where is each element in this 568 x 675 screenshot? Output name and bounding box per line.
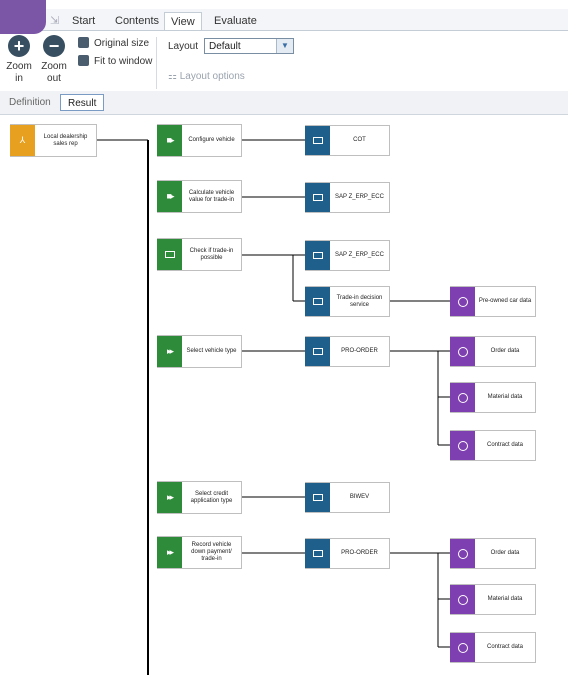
- data-object-icon: [450, 287, 475, 316]
- function-node[interactable]: ■▸ Configure vehicle: [157, 124, 242, 157]
- zoom-in-icon: +: [8, 35, 30, 57]
- window-icon: [305, 183, 330, 212]
- data-object-icon: [450, 633, 475, 662]
- fast-forward-icon: ▸▸: [157, 537, 182, 568]
- screen-download-icon: [157, 239, 182, 270]
- data-node[interactable]: Material data: [450, 382, 536, 413]
- fast-forward-icon: ▸▸: [157, 336, 182, 367]
- data-object-icon: [450, 383, 475, 412]
- data-object-icon: [450, 431, 475, 460]
- function-icon: ■▸: [157, 125, 182, 156]
- layout-label: Layout: [168, 41, 199, 52]
- function-node[interactable]: ▸▸ Select credit application type: [157, 481, 242, 514]
- data-object-icon: [450, 539, 475, 568]
- data-node[interactable]: Order data: [450, 538, 536, 569]
- ribbon-divider: [156, 37, 157, 89]
- tab-result[interactable]: Result: [60, 94, 105, 111]
- function-node[interactable]: ▸▸ Select vehicle type: [157, 335, 242, 368]
- chevron-down-icon[interactable]: ▼: [276, 39, 293, 53]
- system-node[interactable]: Trade-in decision service: [305, 286, 390, 317]
- system-node[interactable]: PRO-ORDER: [305, 336, 390, 367]
- tab-evaluate[interactable]: Evaluate: [208, 12, 263, 30]
- window-icon: [305, 337, 330, 366]
- window-icon: [305, 539, 330, 568]
- ribbon-body: + Zoom in − Zoom out Original size Fit t…: [0, 30, 568, 92]
- zoom-out-button[interactable]: − Zoom out: [36, 35, 72, 85]
- window-icon: [305, 126, 330, 155]
- service-icon: [305, 287, 330, 316]
- window-icon: [305, 483, 330, 512]
- person-icon: ⅄: [10, 125, 35, 156]
- function-icon: ■▸: [157, 181, 182, 212]
- tab-contents[interactable]: Contents: [109, 12, 165, 30]
- tab-start[interactable]: Start: [66, 12, 101, 30]
- window-icon: [305, 241, 330, 270]
- ribbon-tab-bar: ⇲ Start Contents View Evaluate: [0, 0, 568, 32]
- data-node[interactable]: Pre-owned car data: [450, 286, 536, 317]
- fast-forward-icon: ▸▸: [157, 482, 182, 513]
- app-logo: [0, 0, 46, 34]
- system-node[interactable]: SAP Z_ERP_ECC: [305, 240, 390, 271]
- function-node[interactable]: ■▸ Calculate vehicle value for trade-in: [157, 180, 242, 213]
- zoom-in-button[interactable]: + Zoom in: [1, 35, 37, 85]
- fit-to-window-icon: [78, 55, 89, 66]
- quick-access-icon[interactable]: ⇲: [50, 14, 59, 27]
- role-node[interactable]: ⅄ Local dealership sales rep: [10, 124, 97, 157]
- zoom-out-icon: −: [43, 35, 65, 57]
- function-node[interactable]: ▸▸ Record vehicle down payment/ trade-in: [157, 536, 242, 569]
- data-node[interactable]: Contract data: [450, 632, 536, 663]
- data-node[interactable]: Contract data: [450, 430, 536, 461]
- view-tab-bar: Definition Result: [0, 91, 568, 115]
- system-node[interactable]: BIWEV: [305, 482, 390, 513]
- original-size-button[interactable]: Original size: [78, 37, 149, 51]
- data-object-icon: [450, 337, 475, 366]
- layout-select[interactable]: Default ▼: [204, 38, 294, 54]
- layout-options-button[interactable]: ⚏ Layout options: [168, 71, 245, 82]
- system-node[interactable]: PRO-ORDER: [305, 538, 390, 569]
- data-node[interactable]: Material data: [450, 584, 536, 615]
- original-size-icon: [78, 37, 89, 48]
- fit-to-window-button[interactable]: Fit to window: [78, 55, 152, 69]
- data-object-icon: [450, 585, 475, 614]
- system-node[interactable]: SAP Z_ERP_ECC: [305, 182, 390, 213]
- diagram-canvas: ⅄ Local dealership sales rep ■▸ Configur…: [0, 115, 568, 675]
- tab-view[interactable]: View: [164, 12, 202, 32]
- system-node[interactable]: COT: [305, 125, 390, 156]
- function-node[interactable]: Check if trade-in possible: [157, 238, 242, 271]
- data-node[interactable]: Order data: [450, 336, 536, 367]
- tab-definition[interactable]: Definition: [2, 94, 58, 111]
